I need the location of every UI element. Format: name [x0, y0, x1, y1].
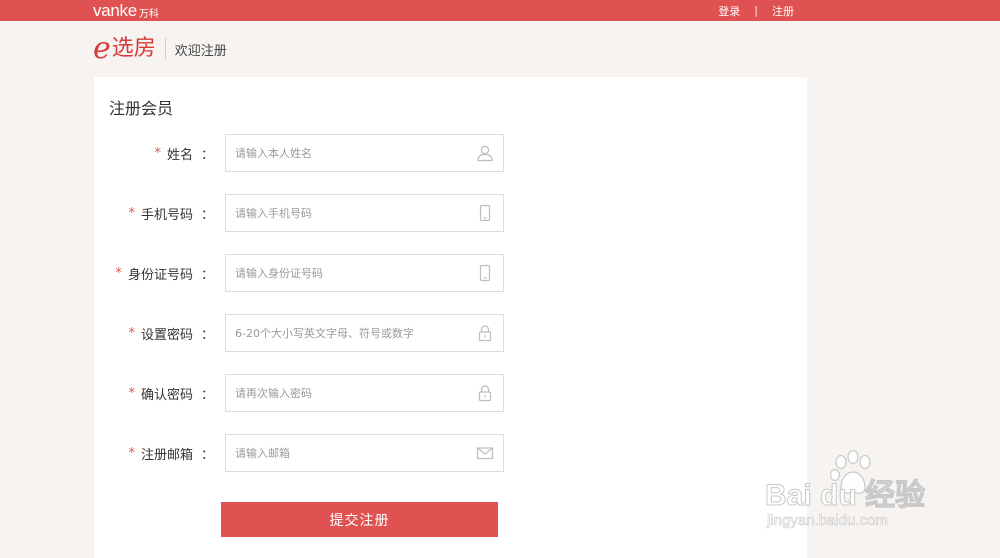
confirm-password-input[interactable] [226, 375, 466, 411]
logo-e: e [93, 31, 111, 66]
field-colon: ： [200, 207, 214, 223]
logo-text: 选房 [111, 36, 156, 61]
required-mark: * [128, 445, 135, 461]
email-input[interactable] [226, 435, 466, 471]
form-title: 注册会员 [109, 99, 174, 118]
field-label: * 设置密码 ： [128, 314, 214, 352]
watermark-url: jingyan.baidu.com [767, 512, 889, 530]
required-mark: * [154, 145, 161, 161]
field-label-text: 注册邮箱 [140, 447, 193, 463]
form-row-confirm-password: * 确认密码 ： [94, 374, 807, 412]
name-field[interactable] [225, 134, 504, 172]
user-icon [477, 145, 493, 162]
login-link[interactable]: 登录 [718, 3, 740, 19]
field-label: * 注册邮箱 ： [128, 434, 214, 472]
name-input[interactable] [226, 135, 466, 171]
mail-icon [476, 447, 494, 460]
lock-icon [478, 385, 492, 402]
vanke-logo[interactable]: vanke 万科 [93, 0, 159, 21]
form-row-name: * 姓名 ： [94, 134, 807, 172]
field-label-text: 手机号码 [140, 207, 193, 223]
page-subtitle: 欢迎注册 [174, 43, 227, 59]
field-label: * 身份证号码 ： [115, 254, 214, 292]
register-card: 注册会员 * 姓名 ： * 手机号码 ： [94, 77, 807, 558]
field-label: * 手机号码 ： [128, 194, 214, 232]
baidu-jingyan-watermark: Bai du 经验 jingyan.baidu.com [764, 450, 985, 540]
field-colon: ： [200, 327, 214, 343]
field-label: * 姓名 ： [154, 134, 214, 172]
confirm-password-field[interactable] [225, 374, 504, 412]
top-link-separator: | [754, 4, 758, 17]
top-links: 登录 | 注册 [718, 0, 794, 21]
email-field[interactable] [225, 434, 504, 472]
required-mark: * [115, 265, 122, 281]
field-label-text: 确认密码 [140, 387, 193, 403]
top-bar: vanke 万科 登录 | 注册 [0, 0, 1000, 21]
logo-divider [164, 38, 166, 60]
required-mark: * [128, 325, 135, 341]
register-link[interactable]: 注册 [772, 3, 794, 19]
password-input[interactable] [226, 315, 466, 351]
form-row-email: * 注册邮箱 ： [94, 434, 807, 472]
form-row-password: * 设置密码 ： [94, 314, 807, 352]
id-number-field[interactable] [225, 254, 504, 292]
id-number-input[interactable] [226, 255, 466, 291]
form-row-id: * 身份证号码 ： [94, 254, 807, 292]
field-label-text: 身份证号码 [127, 267, 193, 283]
password-field[interactable] [225, 314, 504, 352]
field-label-text: 设置密码 [140, 327, 193, 343]
field-label: * 确认密码 ： [128, 374, 214, 412]
field-colon: ： [200, 387, 214, 403]
phone-field[interactable] [225, 194, 504, 232]
submit-register-button[interactable]: 提交注册 [221, 502, 498, 537]
watermark-main: Bai du 经验 [764, 479, 926, 513]
brand-wordmark: vanke [93, 1, 137, 20]
site-logo: e 选房 欢迎注册 [93, 34, 227, 64]
form-row-phone: * 手机号码 ： [94, 194, 807, 232]
field-label-text: 姓名 [166, 147, 193, 163]
field-colon: ： [200, 147, 214, 163]
lock-icon [478, 325, 492, 342]
required-mark: * [128, 205, 135, 221]
field-colon: ： [200, 267, 214, 283]
required-mark: * [128, 385, 135, 401]
phone-icon [479, 264, 491, 282]
phone-input[interactable] [226, 195, 466, 231]
field-colon: ： [200, 447, 214, 463]
brand-cn: 万科 [138, 9, 159, 20]
phone-icon [479, 204, 491, 222]
